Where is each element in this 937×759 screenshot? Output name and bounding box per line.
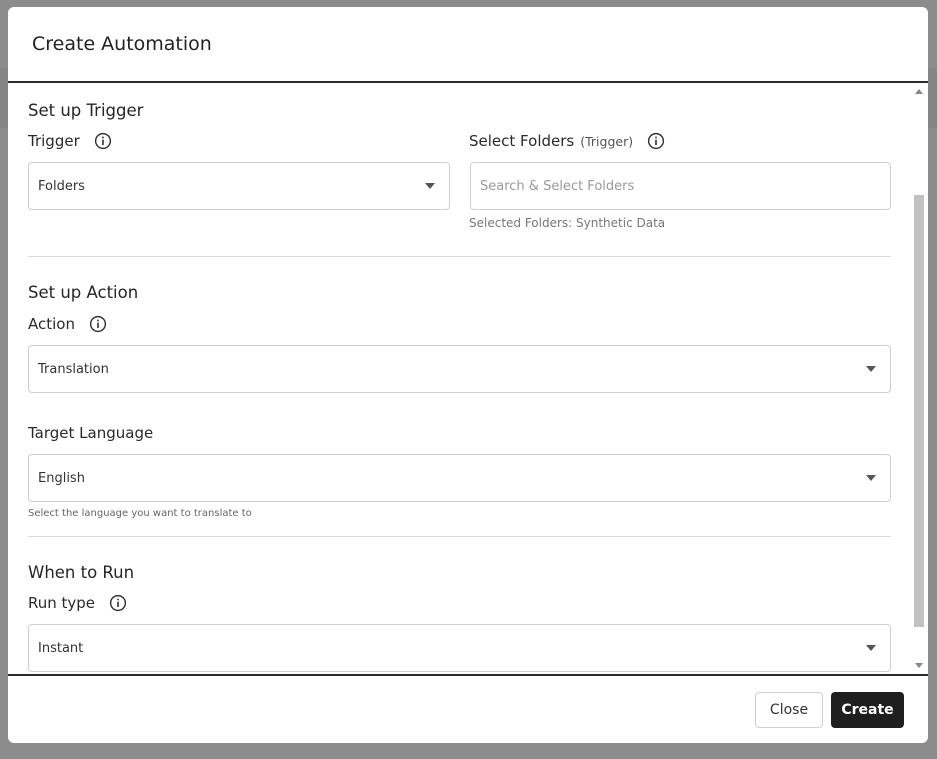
run-section-title: When to Run [28, 563, 135, 582]
target-language-select[interactable]: English [28, 454, 891, 502]
info-icon[interactable] [89, 315, 107, 333]
modal-scrollbar[interactable] [913, 83, 925, 674]
select-folders-label-sub: (Trigger) [580, 133, 634, 149]
chevron-down-icon [866, 366, 876, 372]
info-icon[interactable] [647, 132, 665, 150]
folders-search-field[interactable] [470, 162, 891, 210]
run-type-label: Run type [28, 594, 127, 612]
create-button[interactable]: Create [831, 692, 904, 728]
chevron-down-icon [866, 475, 876, 481]
action-label-text: Action [28, 315, 75, 333]
target-language-label: Target Language [28, 424, 153, 442]
scroll-down-arrow-icon[interactable] [915, 663, 923, 668]
trigger-select[interactable]: Folders [28, 162, 450, 210]
trigger-label-text: Trigger [28, 132, 80, 150]
run-type-select[interactable]: Instant [28, 624, 891, 672]
modal-footer: Close Create [8, 674, 928, 743]
select-folders-label-text: Select Folders [469, 132, 575, 150]
target-language-label-text: Target Language [28, 424, 154, 442]
action-label: Action [28, 315, 107, 333]
info-icon[interactable] [109, 594, 127, 612]
folders-search-input[interactable] [471, 163, 890, 209]
chevron-down-icon [866, 645, 876, 651]
action-select[interactable]: Translation [28, 345, 891, 393]
target-language-helper: Select the language you want to translat… [28, 508, 252, 519]
target-language-select-value: English [38, 470, 85, 486]
trigger-section-title: Set up Trigger [28, 101, 144, 120]
run-type-label-text: Run type [28, 594, 96, 612]
scroll-up-arrow-icon[interactable] [915, 89, 923, 94]
create-automation-modal: Create Automation Set up Trigger Trigger… [8, 7, 928, 743]
select-folders-label: Select Folders (Trigger) [469, 132, 665, 150]
modal-header: Create Automation [8, 7, 928, 83]
run-type-select-value: Instant [38, 640, 84, 656]
action-section-title: Set up Action [28, 283, 139, 302]
modal-title: Create Automation [32, 33, 212, 55]
trigger-label: Trigger [28, 132, 112, 150]
selected-folders-text: Selected Folders: Synthetic Data [469, 216, 666, 230]
info-icon[interactable] [94, 132, 112, 150]
trigger-select-value: Folders [38, 178, 85, 194]
divider [28, 536, 891, 537]
chevron-down-icon [425, 183, 435, 189]
divider [28, 256, 891, 257]
modal-body[interactable]: Set up Trigger Trigger Folders Select Fo… [8, 83, 928, 674]
action-select-value: Translation [38, 361, 109, 377]
close-button[interactable]: Close [755, 692, 823, 728]
scroll-thumb[interactable] [914, 195, 924, 627]
